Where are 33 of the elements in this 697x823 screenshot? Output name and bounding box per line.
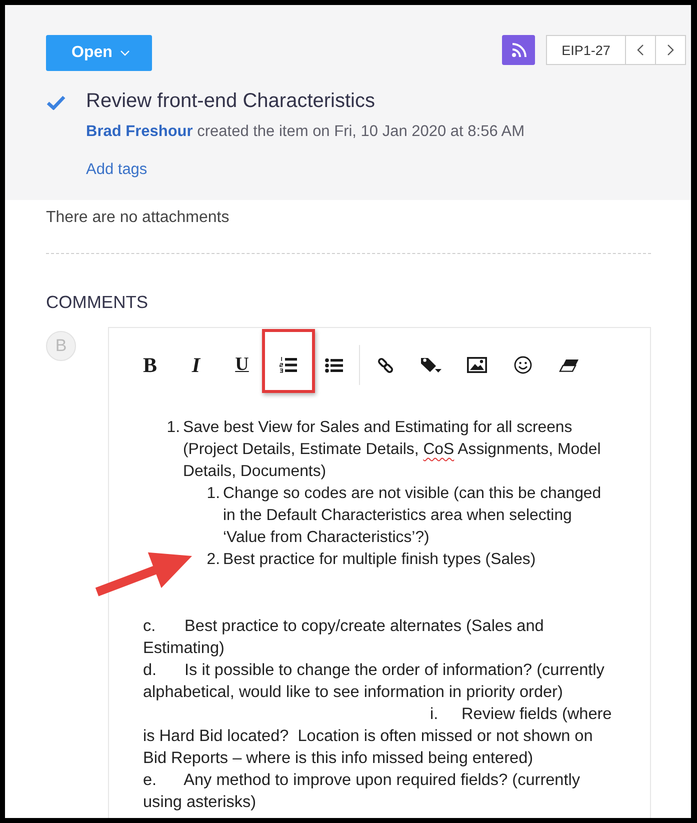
list-item-text: Save best View for Sales and Estimating for all screens (Project Details, Estimate Details, CoS Assignments, Model Details, Documents) xyxy=(183,419,601,480)
eraser-icon xyxy=(559,358,579,372)
italic-button[interactable]: I xyxy=(173,347,219,383)
underline-button[interactable]: U xyxy=(219,347,265,383)
smiley-icon xyxy=(514,356,532,374)
numbered-list-icon xyxy=(279,356,297,374)
author-link[interactable]: Brad Freshour xyxy=(86,123,193,140)
item-id-display: EIP1-27 xyxy=(546,35,626,65)
list-number: 2. xyxy=(206,550,220,570)
add-tags-link[interactable]: Add tags xyxy=(86,160,148,180)
image-icon xyxy=(467,357,487,373)
list-number: 1. xyxy=(166,418,180,438)
paragraph-text: c. Best practice to copy/create alternates (Sales and Estimating) xyxy=(143,616,545,659)
attachments-text: There are no attachments xyxy=(46,208,230,228)
list-number: 1. xyxy=(206,484,220,504)
chevron-left-icon xyxy=(637,44,644,56)
rss-icon xyxy=(510,42,526,58)
list-item-text: Best practice for multiple finish types (Sales) xyxy=(223,551,536,568)
item-title: Review front-end Characteristics xyxy=(86,89,375,113)
paragraph-text: d. Is it possible to change the order of information? (currently alphabetical, would like to see information in priority order) xyxy=(143,660,606,703)
bold-button[interactable]: B xyxy=(127,347,173,383)
chevron-down-icon xyxy=(120,50,130,56)
avatar: B xyxy=(46,331,76,361)
tag-icon xyxy=(420,356,442,374)
created-info: Brad Freshour created the item on Fri, 10 Jan 2020 at 8:56 AM xyxy=(86,122,525,142)
paragraph-text: i. Review fields (where is Hard Bid located? Location is often missed or not shown on Bid Reports – where is this info missed being entered) xyxy=(143,704,613,769)
list-item-text: Change so codes are not visible (can this be changed in the Default Characteristics area when selecting ‘Value from Characteristics’?) xyxy=(223,485,602,546)
comments-heading: COMMENTS xyxy=(46,291,148,313)
chevron-right-icon xyxy=(667,44,674,56)
chain-link-icon xyxy=(376,356,394,374)
bullet-list-icon xyxy=(325,358,343,372)
feed-button[interactable] xyxy=(502,35,535,65)
paragraph-text: e. Any method to improve upon required fields? (currently using asterisks) xyxy=(143,770,582,813)
